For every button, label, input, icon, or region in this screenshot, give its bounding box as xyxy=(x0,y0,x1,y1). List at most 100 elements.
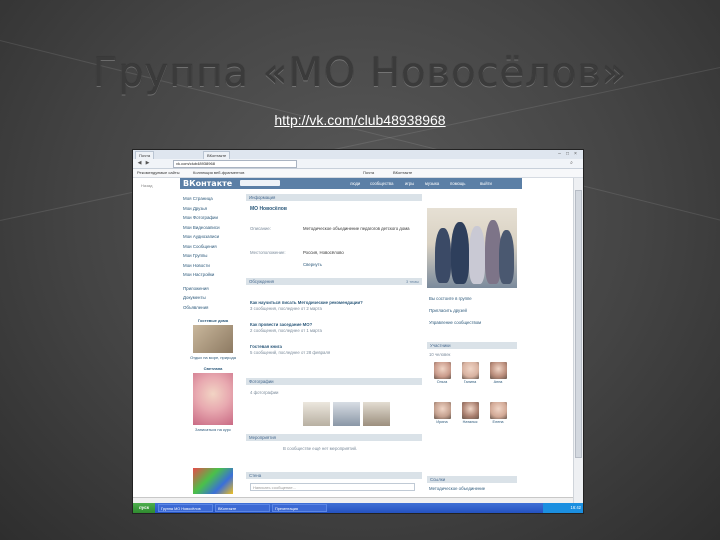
ad-image xyxy=(193,373,233,425)
menu-item[interactable]: Мои Настройки xyxy=(183,270,241,280)
browser-screenshot: Почта ВКонтакте – □ × ◀ ▶ vk.com/club489… xyxy=(133,150,583,513)
nav-help[interactable]: помощь xyxy=(450,181,465,186)
menu-item[interactable]: Мои Друзья xyxy=(183,204,241,214)
ad-block[interactable]: Гостевые дома Отдых на море, природа xyxy=(185,318,241,360)
scrollbar-thumb[interactable] xyxy=(575,190,582,458)
search-icon[interactable]: ⌕ xyxy=(569,161,574,166)
tab-vkontakte[interactable]: ВКонтакте xyxy=(203,151,231,159)
member-item[interactable]: Ольга xyxy=(431,362,453,384)
ad-text: Записаться на курс xyxy=(195,427,231,432)
menu-item[interactable]: Документы xyxy=(183,293,241,303)
links-item[interactable]: Методическое объединение xyxy=(429,486,519,492)
ad-image xyxy=(193,468,233,494)
members-count[interactable]: 10 человек xyxy=(429,352,450,357)
avatar[interactable] xyxy=(433,362,451,379)
taskbar: пуск Группа МО Новосёлов ВКонтакте Презе… xyxy=(133,503,583,513)
photo-thumbnail[interactable] xyxy=(333,402,360,426)
bookmark-item[interactable]: Почта xyxy=(363,169,374,177)
menu-item[interactable]: Мои Группы xyxy=(183,251,241,261)
vertical-scrollbar[interactable] xyxy=(573,178,583,503)
member-item[interactable]: Наталья xyxy=(459,402,481,424)
url-input[interactable]: vk.com/club48938968 xyxy=(173,160,297,168)
bookmark-item[interactable]: Коллекция веб-фрагментов xyxy=(193,169,244,177)
menu-item[interactable]: Мои Новости xyxy=(183,261,241,271)
menu-item[interactable]: Мои Сообщения xyxy=(183,242,241,252)
minimize-icon[interactable]: – xyxy=(557,152,562,157)
tab-bar: Почта ВКонтакте – □ × xyxy=(133,150,583,159)
nav-games[interactable]: игры xyxy=(405,181,414,186)
bookmarks-bar: Рекомендуемые сайты Коллекция веб-фрагме… xyxy=(133,169,583,178)
taskbar-item[interactable]: Группа МО Новосёлов xyxy=(158,504,213,512)
member-item[interactable]: Елена xyxy=(487,402,509,424)
info-collapse-link[interactable]: Свернуть xyxy=(303,262,418,267)
menu-item[interactable]: Объявления xyxy=(183,303,241,313)
member-name: Анна xyxy=(493,380,503,384)
person-figure xyxy=(469,226,485,284)
nav-music[interactable]: музыка xyxy=(425,181,439,186)
discussion-topic[interactable]: Как научиться писать Методические рекоме… xyxy=(250,300,420,311)
maximize-icon[interactable]: □ xyxy=(565,152,570,157)
info-label: Описание: xyxy=(250,226,271,231)
menu-item[interactable]: Мои Видеозаписи xyxy=(183,223,241,233)
discussions-count[interactable]: 3 темы xyxy=(406,278,419,285)
info-label: Местоположение: xyxy=(250,250,286,255)
discussion-topic[interactable]: Гостевая книга 5 сообщений, последнее от… xyxy=(250,344,420,355)
taskbar-item[interactable]: Презентация xyxy=(272,504,327,512)
discussions-header: Обсуждения 3 темы xyxy=(246,278,422,285)
member-name: Ирина xyxy=(436,420,448,424)
menu-item[interactable]: Приложения xyxy=(183,284,241,294)
close-icon[interactable]: × xyxy=(573,152,578,157)
discussion-topic[interactable]: Как провести заседание МО? 2 сообщения, … xyxy=(250,322,420,333)
wall-post-input[interactable]: Написать сообщение... xyxy=(250,483,415,491)
avatar[interactable] xyxy=(461,362,479,379)
bookmark-item[interactable]: Рекомендуемые сайты xyxy=(137,169,180,177)
menu-item[interactable]: Мои Фотографии xyxy=(183,213,241,223)
person-figure xyxy=(499,230,514,284)
discussions-title: Обсуждения xyxy=(249,279,274,284)
person-figure xyxy=(451,222,469,284)
vk-header: ВКонтакте люди сообщества игры музыка по… xyxy=(180,178,522,189)
forward-arrow-icon[interactable]: ▶ xyxy=(145,161,150,166)
group-title: МО Новосёлов xyxy=(250,206,287,212)
topic-meta: 2 сообщения, последнее от 1 марта xyxy=(250,327,322,333)
vk-logo[interactable]: ВКонтакте xyxy=(183,179,232,188)
nav-people[interactable]: люди xyxy=(350,181,360,186)
member-name: Елена xyxy=(492,420,504,424)
topic-meta: 5 сообщений, последнее от 28 февраля xyxy=(250,349,331,355)
back-link[interactable]: Назад xyxy=(141,183,152,188)
right-link[interactable]: Пригласить друзей xyxy=(429,308,519,314)
ad-text: Отдых на море, природа xyxy=(190,355,236,360)
slide-link[interactable]: http://vk.com/club48938968 xyxy=(0,112,720,128)
vk-search-input[interactable] xyxy=(240,180,280,186)
member-item[interactable]: Галина xyxy=(459,362,481,384)
right-link[interactable]: Управление сообществом xyxy=(429,320,519,326)
photo-thumbnail[interactable] xyxy=(363,402,390,426)
nav-communities[interactable]: сообщества xyxy=(370,181,393,186)
ad-title: Светлана xyxy=(203,366,223,371)
tab-mail[interactable]: Почта xyxy=(135,151,155,159)
members-header: Участники xyxy=(427,342,517,349)
avatar[interactable] xyxy=(489,362,507,379)
menu-item[interactable]: Мои Аудиозаписи xyxy=(183,232,241,242)
address-bar: ◀ ▶ vk.com/club48938968 ⌕ xyxy=(133,159,583,169)
left-menu: Моя Страница Мои Друзья Мои Фотографии М… xyxy=(183,194,241,312)
menu-item[interactable]: Моя Страница xyxy=(183,194,241,204)
back-arrow-icon[interactable]: ◀ xyxy=(137,161,142,166)
group-photo[interactable] xyxy=(427,208,517,288)
start-button[interactable]: пуск xyxy=(133,503,155,513)
avatar[interactable] xyxy=(433,402,451,419)
member-name: Ольга xyxy=(436,380,448,384)
member-item[interactable]: Ирина xyxy=(431,402,453,424)
photos-count[interactable]: 4 фотографии xyxy=(250,390,278,395)
right-link[interactable]: Вы состоите в группе xyxy=(429,296,519,302)
member-item[interactable]: Анна xyxy=(487,362,509,384)
ad-block[interactable]: Светлана Записаться на курс xyxy=(185,366,241,432)
avatar[interactable] xyxy=(461,402,479,419)
taskbar-item[interactable]: ВКонтакте xyxy=(215,504,270,512)
bookmark-item[interactable]: ВКонтакте xyxy=(393,169,412,177)
ad-title: Гостевые дома xyxy=(197,318,229,323)
avatar[interactable] xyxy=(489,402,507,419)
photo-thumbnail[interactable] xyxy=(303,402,330,426)
member-name: Наталья xyxy=(462,420,478,424)
nav-logout[interactable]: выйти xyxy=(480,181,492,186)
